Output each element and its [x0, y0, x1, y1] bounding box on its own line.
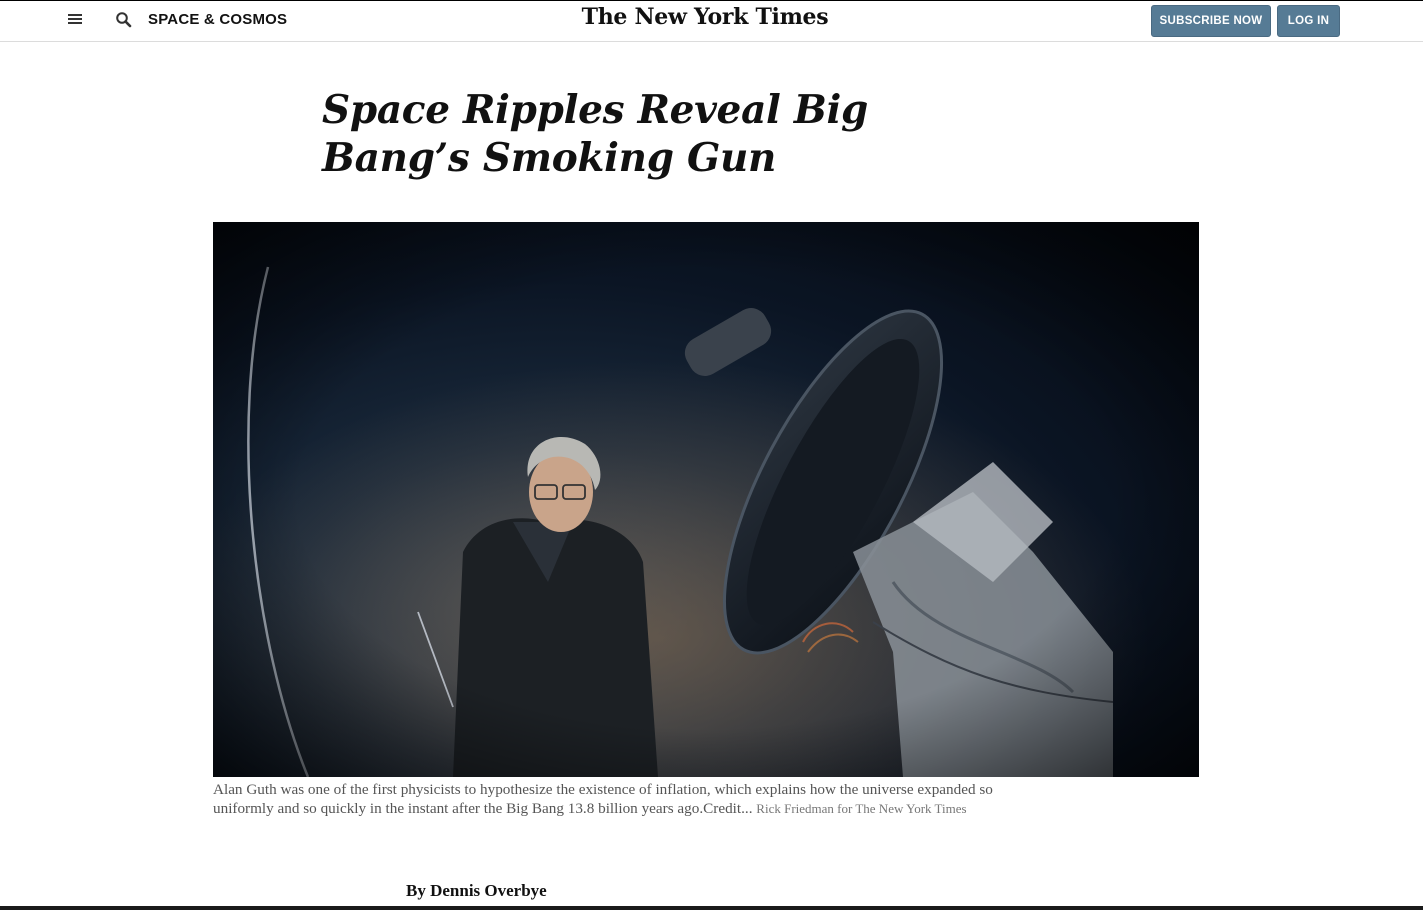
- masthead: SPACE & COSMOS The New York Times SUBSCR…: [0, 1, 1423, 42]
- hamburger-menu-icon[interactable]: [66, 12, 84, 28]
- hero-image: [213, 222, 1199, 777]
- photo-illustration: [213, 222, 1199, 777]
- login-button[interactable]: LOG IN: [1277, 5, 1340, 37]
- bottom-border: [0, 906, 1423, 910]
- image-caption: Alan Guth was one of the first physicist…: [213, 781, 1003, 818]
- nyt-logo[interactable]: The New York Times: [560, 4, 850, 30]
- article-headline: Space Ripples Reveal Big Bang’s Smoking …: [322, 87, 868, 181]
- search-icon[interactable]: [114, 10, 134, 30]
- subscribe-button[interactable]: SUBSCRIBE NOW: [1151, 5, 1271, 37]
- section-label[interactable]: SPACE & COSMOS: [148, 11, 287, 28]
- byline[interactable]: By Dennis Overbye: [406, 881, 547, 901]
- credit-prefix[interactable]: Credit...: [703, 800, 752, 817]
- photo-credit: Rick Friedman for The New York Times: [756, 800, 967, 816]
